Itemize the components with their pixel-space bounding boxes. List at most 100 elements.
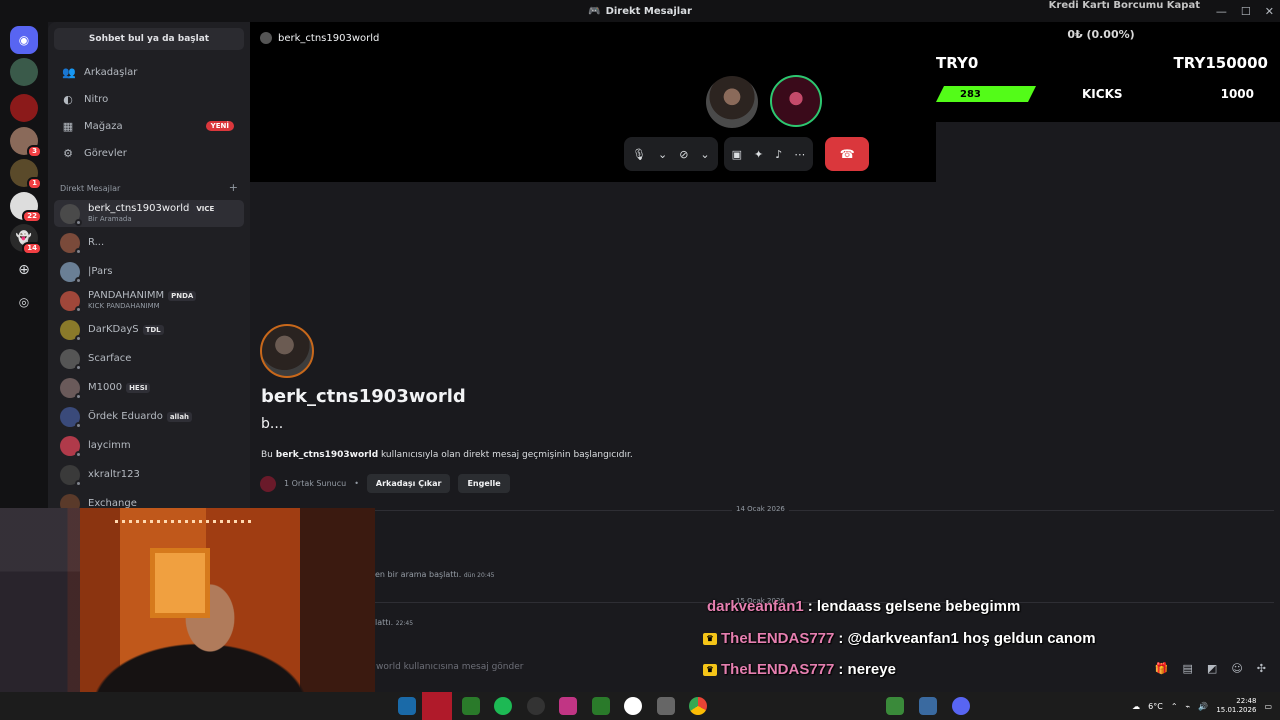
overlay-title: Kredi Kartı Borcumu Kapat (1048, 0, 1200, 11)
server-icon[interactable] (10, 94, 38, 122)
server-icon[interactable]: 22 (10, 192, 42, 223)
server-tag: allah (166, 411, 193, 422)
gif-icon[interactable]: ▤ (1183, 662, 1193, 675)
chevron-down-icon[interactable]: ⌄ (658, 148, 667, 161)
camera-off-icon[interactable]: ⊘ (679, 148, 688, 161)
server-icon[interactable]: 3 (10, 127, 42, 158)
explore-icon[interactable]: ◎ (10, 288, 38, 316)
app-icon[interactable] (527, 697, 545, 715)
dm-item[interactable]: M1000 HESI (54, 374, 244, 401)
create-dm-button[interactable]: + (229, 182, 238, 193)
server-icon[interactable]: 1 (10, 159, 42, 190)
notification-icon[interactable]: ▭ (1264, 702, 1272, 711)
dm-item[interactable]: Ördek Eduardo allah (54, 403, 244, 430)
status-indicator (75, 421, 82, 429)
disconnect-button[interactable]: ☎ (825, 137, 870, 171)
remove-friend-button[interactable]: Arkadaşı Çıkar (366, 474, 451, 493)
weather-icon[interactable]: ☁ (1132, 702, 1140, 711)
mutual-servers-link[interactable]: 1 Ortak Sunucu (284, 479, 346, 488)
chrome-icon[interactable] (689, 697, 707, 715)
call-controls: 🎙 ⌄ ⊘ ⌄ ▣ ✦ ♪ ⋯ ☎ (624, 137, 870, 171)
apps-icon[interactable]: ✣ (1257, 662, 1266, 675)
discord-small-icon: 🎮 (588, 5, 601, 17)
nvidia-icon[interactable] (462, 697, 480, 715)
server-icon[interactable]: 👻 14 (10, 224, 42, 255)
webcam-led-strip (115, 520, 255, 523)
server-tag: TDL (142, 324, 164, 335)
add-server-icon[interactable]: ⊕ (10, 256, 38, 284)
dm-name: M1000 HESI (88, 382, 151, 393)
dm-item[interactable]: R... (54, 229, 244, 256)
gift-icon[interactable]: 🎁 (1155, 662, 1169, 675)
chat-message: : lendaass gelsene bebegimm (807, 598, 1021, 615)
status-indicator (75, 363, 82, 371)
dm-name: laycimm (88, 439, 131, 451)
call-system-message: en bir arama başlattı. dün 20:45 (375, 570, 495, 579)
system-tray: ☁ 6°C ⌃ ⌁ 🔊 22:48 15.01.2026 ▭ (1132, 692, 1272, 720)
avatar (60, 261, 82, 284)
dm-name: berk_ctns1903world VICE (88, 203, 218, 214)
app-icon[interactable] (919, 697, 937, 715)
dm-text: DarKDayS TDL (88, 324, 164, 335)
nav-label: Nitro (84, 93, 109, 105)
activities-icon[interactable]: ✦ (754, 148, 763, 161)
nav-shop[interactable]: ▦ Mağaza YENİ (54, 114, 244, 138)
sticker-icon[interactable]: ◩ (1207, 662, 1217, 675)
chevron-up-icon[interactable]: ⌃ (1171, 702, 1178, 711)
app-icon[interactable] (592, 697, 610, 715)
server-icon[interactable] (10, 58, 38, 86)
network-icon[interactable]: ⌁ (1186, 702, 1191, 711)
app-icon[interactable] (886, 697, 904, 715)
more-icon[interactable]: ⋯ (794, 148, 805, 161)
nav-label: Arkadaşlar (84, 66, 138, 78)
dm-intro-text: Bu berk_ctns1903world kullanıcısıyla ola… (261, 450, 633, 460)
mic-icon[interactable]: 🎙 (632, 148, 646, 161)
dm-header: Direkt Mesajlar + (60, 181, 238, 194)
weather-temp[interactable]: 6°C (1148, 702, 1163, 711)
profile-avatar[interactable] (260, 324, 314, 378)
dm-item[interactable]: xkraltr123 (54, 461, 244, 488)
dm-item[interactable]: Scarface (54, 345, 244, 372)
avatar (60, 232, 82, 255)
emoji-icon[interactable]: ☺ (1231, 662, 1242, 675)
minimize-button[interactable]: — (1216, 5, 1227, 18)
discord-taskbar-icon[interactable] (952, 697, 970, 715)
maximize-button[interactable]: ☐ (1241, 5, 1251, 18)
volume-icon[interactable]: 🔊 (1198, 702, 1208, 711)
overlay-max: TRY150000 (1173, 54, 1268, 72)
discord-home-icon[interactable]: ◉ (10, 26, 38, 54)
block-button[interactable]: Engelle (458, 474, 510, 493)
app-icon[interactable] (657, 697, 675, 715)
find-conversation-button[interactable]: Sohbet bul ya da başlat (54, 28, 244, 50)
nav-friends[interactable]: 👥 Arkadaşlar (54, 60, 244, 84)
dm-text: laycimm (88, 439, 131, 451)
app-icon[interactable] (624, 697, 642, 715)
close-button[interactable]: ✕ (1265, 5, 1274, 18)
nav-nitro[interactable]: ◐ Nitro (54, 87, 244, 111)
dm-item[interactable]: DarKDayS TDL (54, 316, 244, 343)
call-area: berk_ctns1903world 🎙 ⌄ ⊘ ⌄ ▣ ✦ ♪ ⋯ ☎ (250, 22, 936, 182)
instagram-icon[interactable] (559, 697, 577, 715)
screen-share-icon[interactable]: ▣ (732, 148, 742, 161)
friends-icon: 👥 (62, 65, 76, 79)
clock[interactable]: 22:48 15.01.2026 (1216, 697, 1256, 715)
app-icon[interactable] (422, 692, 452, 720)
call-participant-avatar-speaking[interactable] (770, 75, 822, 127)
chat-username: TheLENDAS777 (721, 630, 835, 647)
chevron-down-icon[interactable]: ⌄ (700, 148, 709, 161)
dm-name: R... (88, 236, 105, 248)
dm-item[interactable]: laycimm (54, 432, 244, 459)
chat-line: ♛ TheLENDAS777: @darkveanfan1 hoş geldun … (703, 630, 1096, 647)
nav-quests[interactable]: ⚙ Görevler (54, 141, 244, 165)
dm-item[interactable]: berk_ctns1903world VICE Bir Aramada (54, 200, 244, 227)
app-icon[interactable] (398, 697, 416, 715)
call-participant-avatar[interactable] (706, 76, 758, 128)
dm-item[interactable]: |Pars (54, 258, 244, 285)
soundboard-icon[interactable]: ♪ (775, 148, 782, 161)
spotify-icon[interactable] (494, 697, 512, 715)
dm-text: PANDAHANIMM PNDA KICK PANDAHANIMM (88, 290, 197, 311)
kicks-label: KICKS (1082, 87, 1123, 101)
status-indicator (75, 450, 82, 458)
chat-username: TheLENDAS777 (721, 661, 835, 678)
dm-item[interactable]: PANDAHANIMM PNDA KICK PANDAHANIMM (54, 287, 244, 314)
